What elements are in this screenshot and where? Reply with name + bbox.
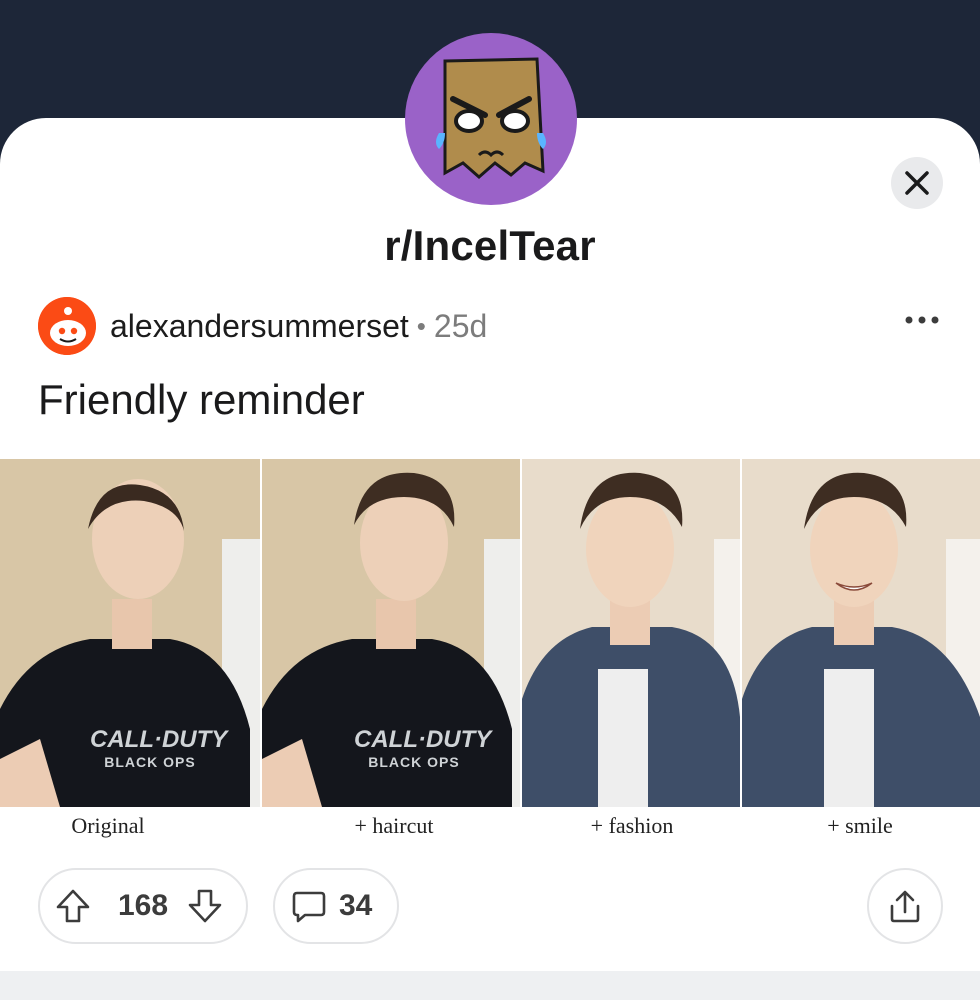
post-title: Friendly reminder — [38, 376, 365, 423]
caption-original: Original — [71, 813, 145, 838]
share-icon — [890, 890, 920, 923]
more-horizontal-icon — [905, 316, 939, 324]
snoo-avatar-icon — [38, 297, 96, 355]
vote-pill: 168 — [38, 868, 248, 944]
post-age: 25d — [433, 307, 488, 344]
close-icon — [905, 171, 929, 195]
caption-smile: + smile — [827, 813, 893, 838]
post-meta: alexandersummerset • 25d — [38, 297, 487, 355]
subreddit-name[interactable]: r/IncelTear — [0, 222, 980, 270]
post-actions: 168 34 — [38, 868, 943, 944]
user-avatar[interactable] — [38, 297, 96, 355]
downvote-button[interactable] — [172, 868, 238, 944]
image-panel-original: CALL·DUTY BLACK OPS — [0, 459, 260, 807]
image-panel-haircut: CALL·DUTY BLACK OPS — [262, 459, 520, 807]
vote-count: 168 — [118, 889, 169, 922]
upvote-arrow-icon — [56, 889, 90, 923]
caption-fashion: + fashion — [590, 813, 674, 838]
feed-divider — [0, 971, 980, 1000]
paper-bag-crying-face-icon — [436, 57, 546, 179]
comment-icon-wrap — [279, 868, 339, 944]
comment-bubble-icon — [292, 891, 326, 923]
share-button[interactable] — [867, 868, 943, 944]
more-options-button[interactable] — [902, 300, 942, 340]
upvote-button[interactable] — [40, 868, 106, 944]
comments-button[interactable]: 34 — [273, 868, 399, 944]
shirt-print: CALL·DUTY BLACK OPS — [354, 726, 492, 771]
post-image[interactable]: CALL·DUTY BLACK OPS CALL·DUTY BLACK OPS — [0, 459, 980, 859]
caption-haircut: + haircut — [354, 813, 434, 838]
close-button[interactable] — [891, 157, 943, 209]
shirt-print: CALL·DUTY BLACK OPS — [90, 726, 228, 771]
subreddit-avatar[interactable] — [405, 33, 577, 205]
meta-separator: • — [416, 310, 426, 341]
image-panel-fashion — [522, 459, 740, 807]
comment-count: 34 — [339, 889, 373, 922]
downvote-arrow-icon — [188, 889, 222, 923]
post-author[interactable]: alexandersummerset — [110, 308, 409, 345]
image-panel-smile — [742, 459, 980, 807]
